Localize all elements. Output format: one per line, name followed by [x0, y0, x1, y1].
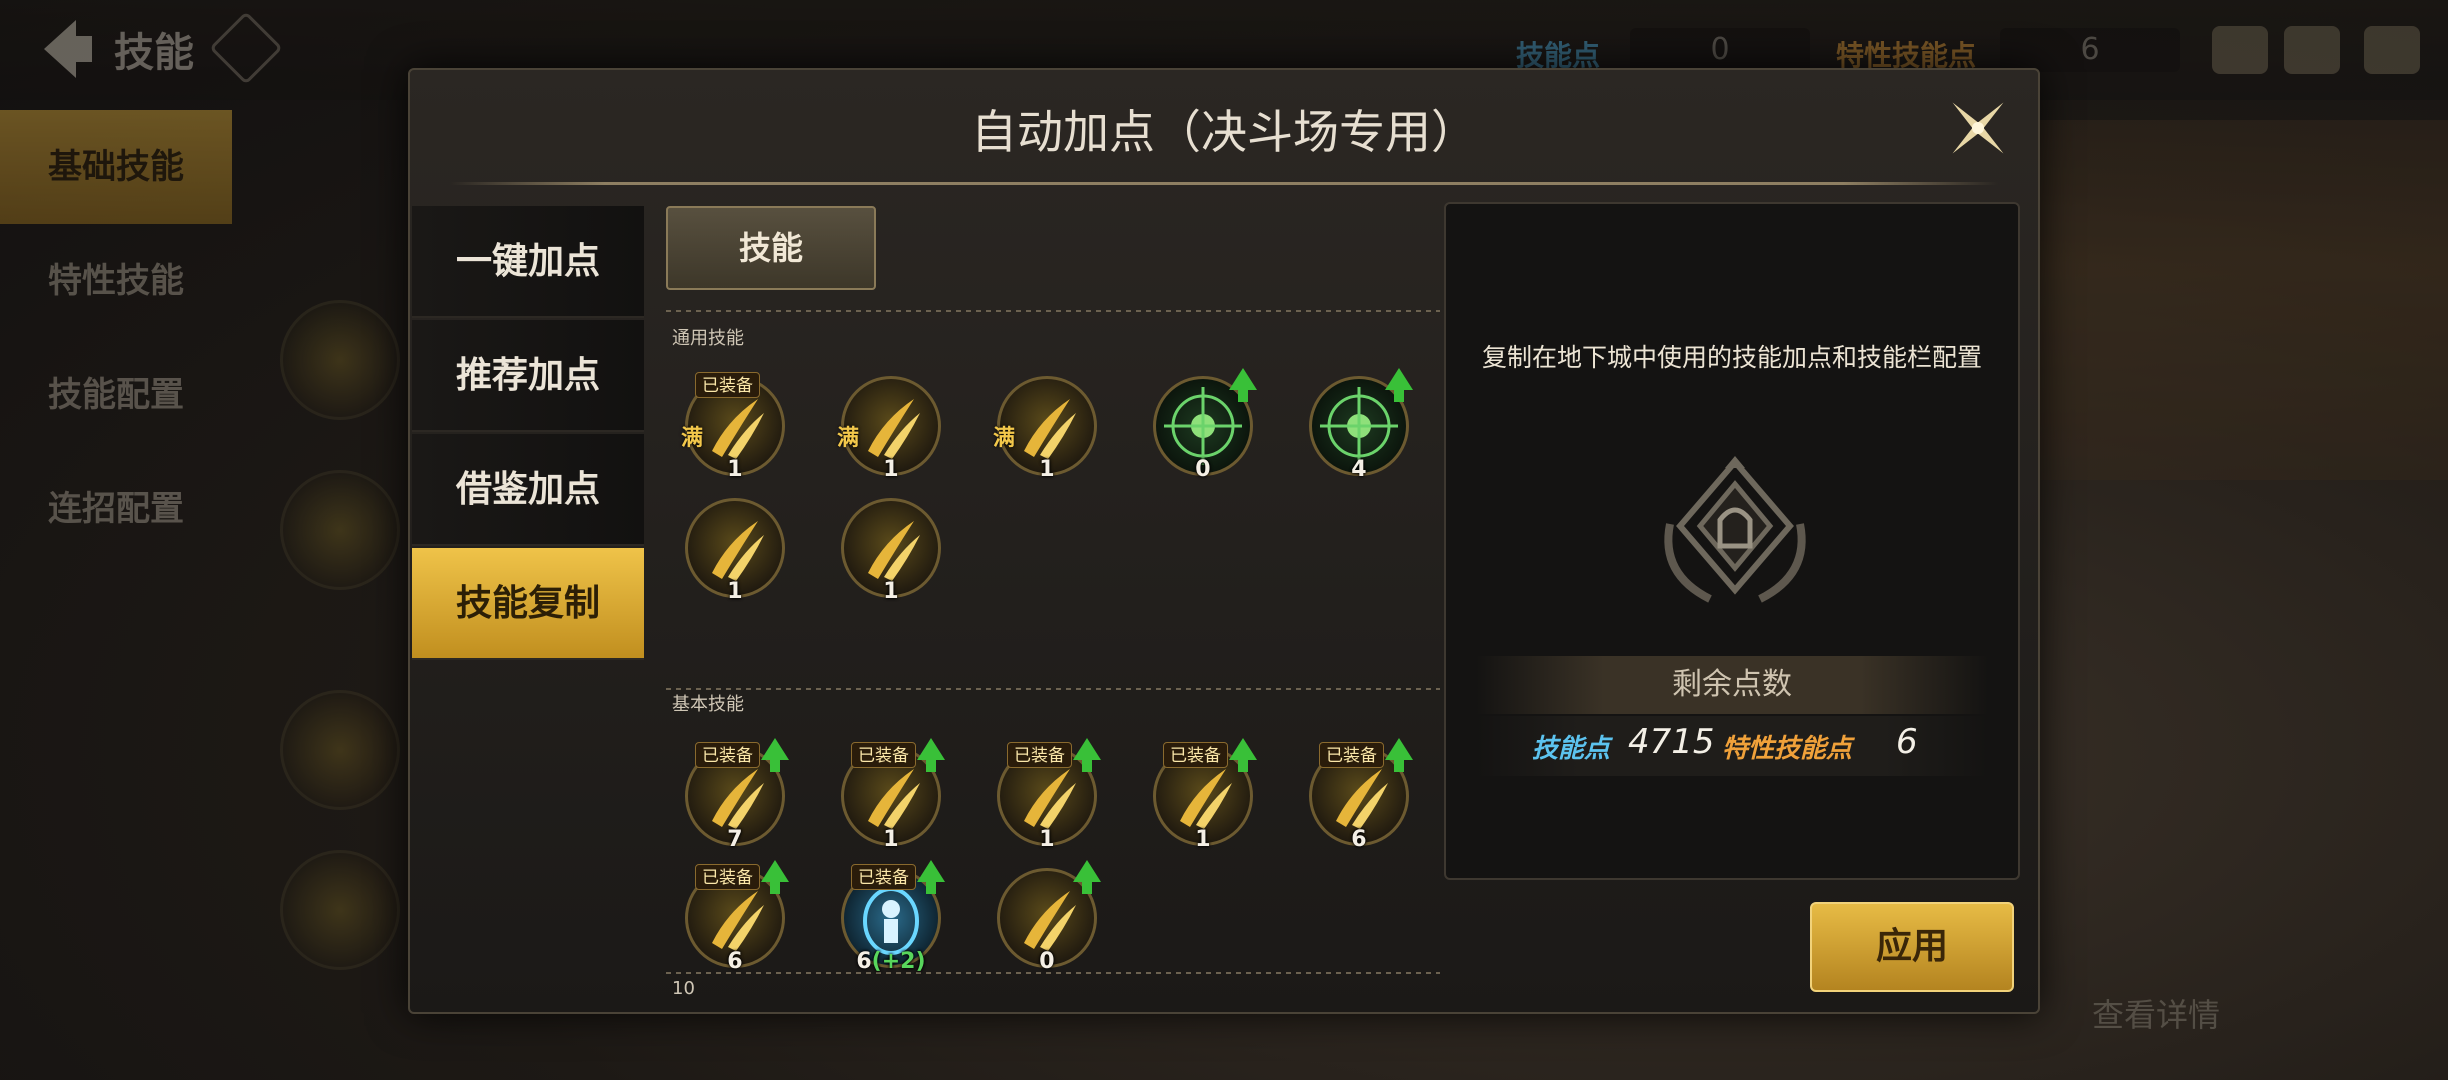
back-arrow-icon[interactable] [36, 14, 96, 84]
maxed-label: 满 [992, 426, 1015, 451]
trait-points-value: 6 [2000, 28, 2180, 72]
tab-one-click[interactable]: 一键加点 [412, 206, 644, 318]
skill-icon[interactable]: 已装备满 1 [681, 372, 785, 482]
skill-points-label: 技能点 [1532, 734, 1611, 764]
equipped-badge: 已装备 [1162, 742, 1228, 768]
skill-level: 1 [1039, 457, 1055, 482]
basic-section-label: 基本技能 [672, 694, 744, 715]
skill-level: 6 [1351, 827, 1367, 852]
equipped-badge: 已装备 [1318, 742, 1384, 768]
skill-points-value: 0 [1630, 28, 1810, 72]
skill-icon[interactable]: 1 [684, 498, 785, 604]
chat-icon[interactable] [2364, 26, 2420, 74]
background-skill-icon [280, 300, 400, 420]
skill-icon[interactable]: 已装备 6 [1308, 738, 1413, 852]
equipped-badge: 已装备 [850, 742, 916, 768]
skill-bonus: (+2) [871, 949, 926, 974]
apply-button[interactable]: 应用 [1810, 902, 2014, 992]
equipped-badge: 已装备 [694, 372, 760, 398]
copy-description: 复制在地下城中使用的技能加点和技能栏配置 [1481, 343, 1982, 372]
level-section-label: 10 [672, 978, 695, 996]
skill-preview-video [2040, 120, 2448, 480]
skill-icon[interactable]: 0 [1152, 368, 1257, 482]
trait-points-label: 特性技能点 [1722, 734, 1853, 764]
skill-level: 1 [883, 457, 899, 482]
view-details-link[interactable]: 查看详情 [2092, 990, 2220, 1036]
dialog-title: 自动加点（决斗场专用） [971, 105, 1477, 159]
tab-recommended[interactable]: 推荐加点 [412, 320, 644, 432]
skill-icon[interactable]: 已装备 1 [840, 738, 945, 852]
diamond-icon[interactable] [209, 11, 283, 85]
skill-level: 1 [883, 827, 899, 852]
tab-skill-copy[interactable]: 技能复制 [412, 548, 644, 660]
equipped-badge: 已装备 [850, 864, 916, 890]
skill-icon[interactable]: 满1 [993, 376, 1097, 482]
skill-icon[interactable]: 满1 [837, 376, 941, 482]
upgrade-arrow-icon [916, 860, 945, 894]
menu-trait-skills[interactable]: 特性技能 [0, 224, 232, 338]
remaining-points-row: 技能点 4715 特性技能点 6 [1476, 716, 1988, 776]
skill-level: 0 [1195, 457, 1211, 482]
skill-icon[interactable]: 已装备 1 [1152, 738, 1257, 852]
skill-level: 6 [727, 949, 743, 974]
remaining-points-title: 剩余点数 [1476, 656, 1988, 714]
dialog-tabs: 一键加点 推荐加点 借鉴加点 技能复制 [412, 206, 644, 662]
mail-icon[interactable] [2284, 26, 2340, 74]
skill-icon[interactable]: 4 [1308, 368, 1413, 482]
common-section-label: 通用技能 [672, 328, 744, 349]
skill-level: 1 [727, 457, 743, 482]
trait-points-value: 6 [1896, 722, 1918, 762]
skill-icon[interactable]: 0 [996, 860, 1101, 974]
skill-icon[interactable]: 已装备 6 [684, 860, 789, 974]
upgrade-arrow-icon [760, 738, 789, 772]
arena-emblem-icon [1664, 456, 1806, 603]
page-title: 技能 [114, 30, 194, 76]
upgrade-arrow-icon [1072, 860, 1101, 894]
equipped-badge: 已装备 [694, 864, 760, 890]
left-menu: 基础技能 特性技能 技能配置 连招配置 [0, 110, 232, 566]
skill-icon[interactable]: 已装备 6(+2) [840, 860, 945, 974]
menu-basic-skills[interactable]: 基础技能 [0, 110, 232, 224]
upgrade-arrow-icon [1228, 738, 1257, 772]
skill-icon[interactable]: 已装备 7 [684, 738, 789, 852]
menu-combo-config[interactable]: 连招配置 [0, 452, 232, 566]
upgrade-arrow-icon [1072, 738, 1101, 772]
close-icon[interactable] [1938, 88, 2018, 168]
skill-level: 0 [1039, 949, 1055, 974]
skill-points-value: 4715 [1628, 722, 1715, 762]
maxed-label: 满 [680, 426, 703, 451]
skill-list[interactable]: 技能 通用技能 基本技能 10 已装备满 1 满 1 满 1 0 4 1 1 已装备 7 已装备 1 已装备… [660, 206, 1440, 996]
title-divider [450, 182, 1998, 185]
section-divider [666, 310, 1440, 312]
shop-icon[interactable] [2212, 26, 2268, 74]
upgrade-arrow-icon [1228, 368, 1257, 402]
background-skill-icon [280, 690, 400, 810]
tab-reference[interactable]: 借鉴加点 [412, 434, 644, 546]
skill-filter-tab[interactable]: 技能 [666, 206, 876, 290]
equipped-badge: 已装备 [694, 742, 760, 768]
upgrade-arrow-icon [1384, 738, 1413, 772]
background-skill-icon [280, 470, 400, 590]
upgrade-arrow-icon [916, 738, 945, 772]
equipped-badge: 已装备 [1006, 742, 1072, 768]
upgrade-arrow-icon [1384, 368, 1413, 402]
skill-level: 1 [1039, 827, 1055, 852]
skill-level: 1 [883, 579, 899, 604]
copy-info-panel: 复制在地下城中使用的技能加点和技能栏配置 剩余点数 技能点 4715 特性技能点… [1444, 202, 2020, 880]
auto-assign-dialog: 自动加点（决斗场专用） 一键加点 推荐加点 借鉴加点 技能复制 技能 通用技能 … [408, 68, 2040, 1014]
section-divider [666, 688, 1440, 690]
skill-level: 7 [727, 827, 743, 852]
menu-skill-config[interactable]: 技能配置 [0, 338, 232, 452]
upgrade-arrow-icon [760, 860, 789, 894]
skill-icon[interactable]: 已装备 1 [996, 738, 1101, 852]
skill-level: 1 [1195, 827, 1211, 852]
skill-level: 4 [1351, 457, 1367, 482]
skill-level: 6(+2) [856, 949, 926, 974]
game-screen: 技能 技能点 0 特性技能点 6 基础技能 特性技能 技能配置 连招配置 查看详… [0, 0, 2448, 1080]
skill-icon[interactable]: 1 [840, 498, 941, 604]
background-skill-icon [280, 850, 400, 970]
skill-level: 1 [727, 579, 743, 604]
maxed-label: 满 [836, 426, 859, 451]
